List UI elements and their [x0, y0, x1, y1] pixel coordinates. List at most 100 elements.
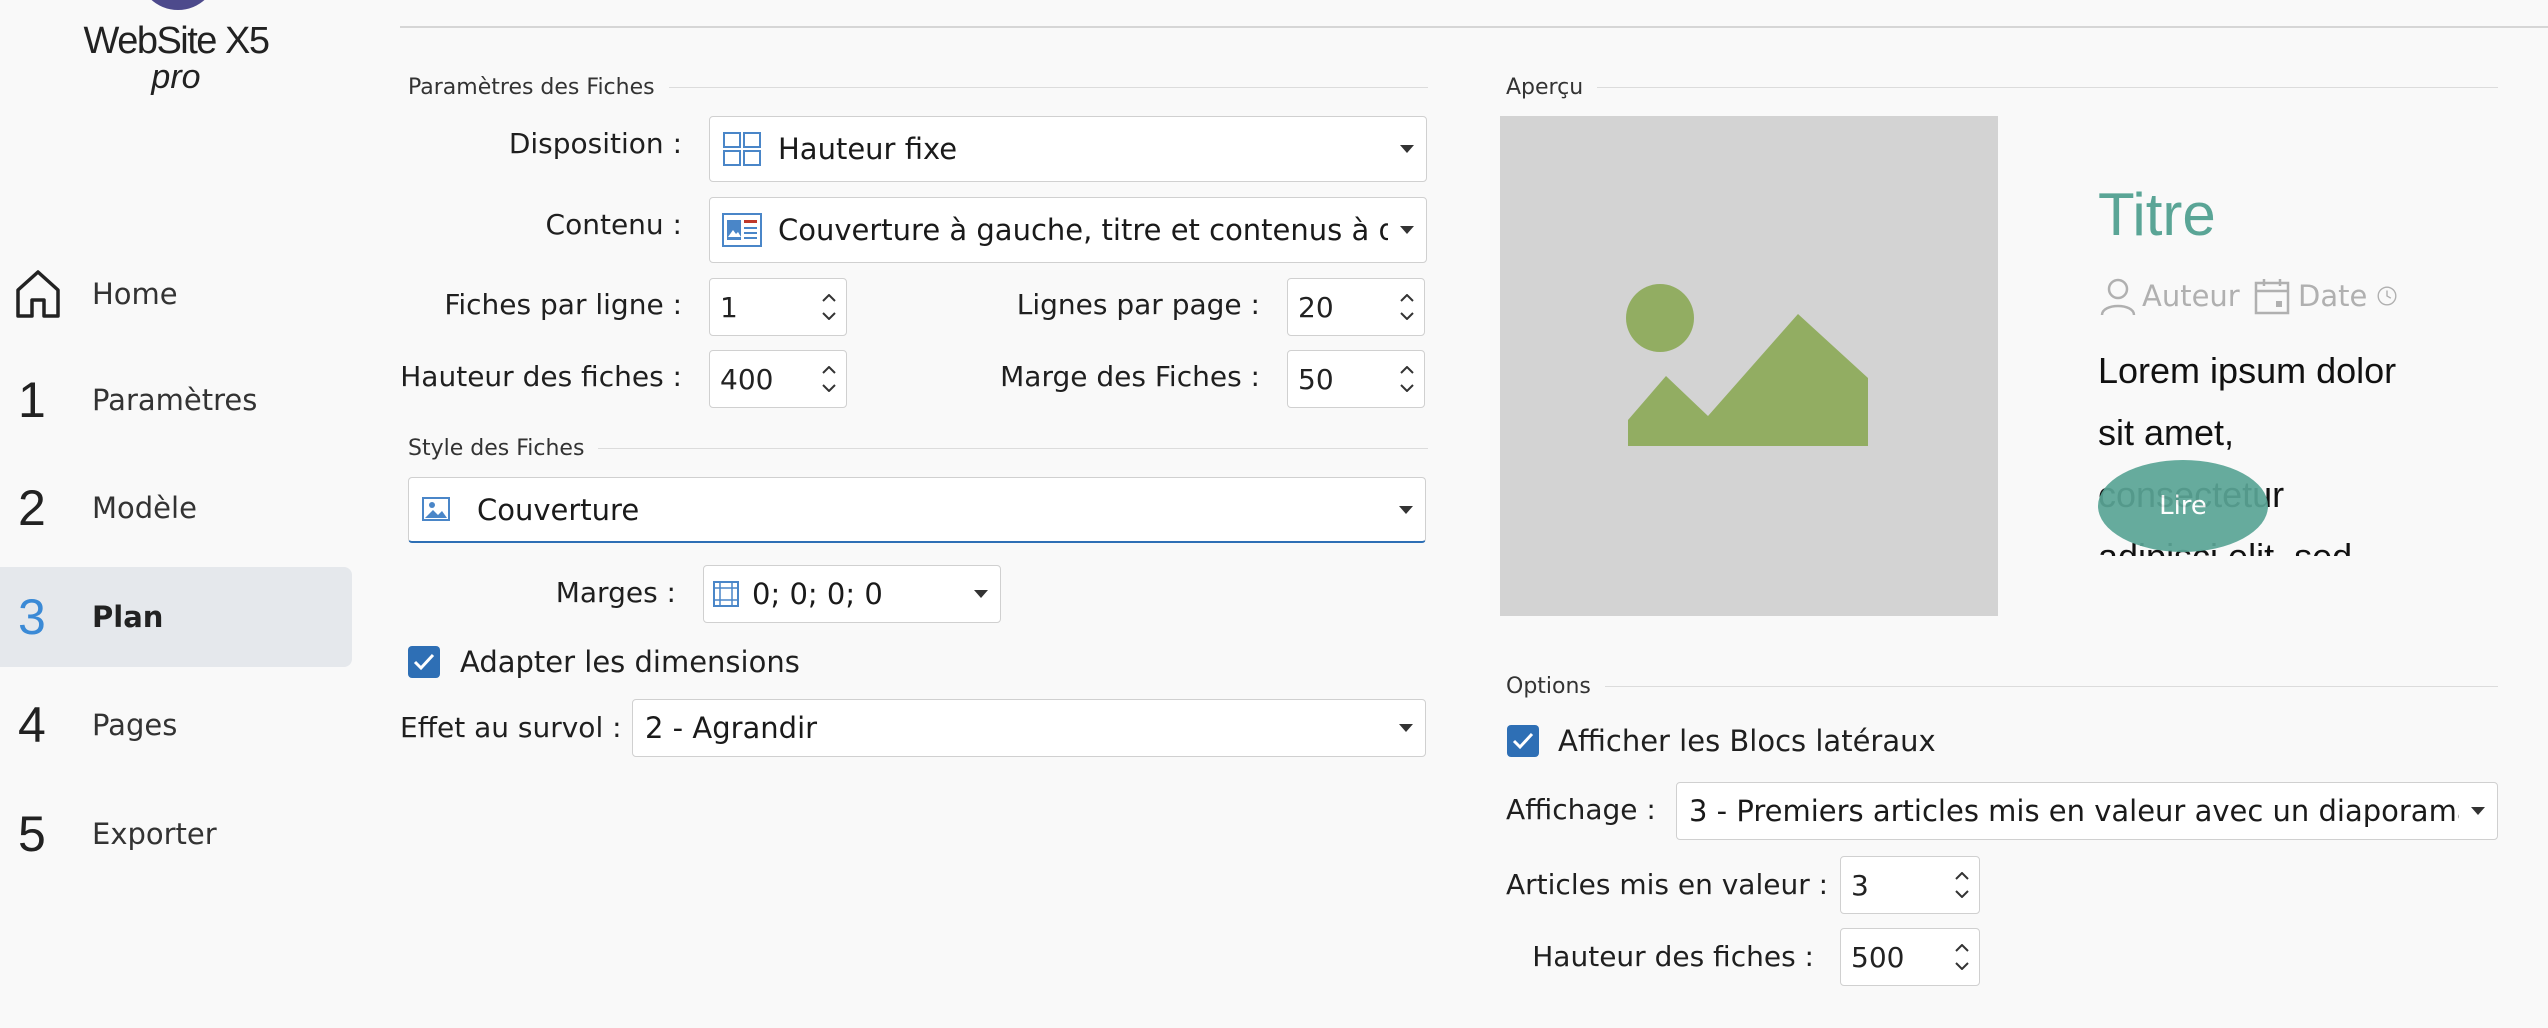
chevron-down-icon: [2459, 783, 2497, 839]
clock-icon: [2376, 276, 2398, 316]
arrow-down-icon[interactable]: [1400, 384, 1414, 392]
sidebar-item-parametres[interactable]: 1 Paramètres: [0, 350, 352, 450]
logo-text: WebSite X5: [83, 20, 270, 62]
style-value: Couverture: [477, 492, 640, 527]
hauteur-fiches-options-label: Hauteur des fiches :: [1532, 940, 1814, 973]
margins-icon: [712, 576, 742, 612]
style-dropdown[interactable]: Couverture: [408, 477, 1426, 543]
top-divider: [400, 26, 2548, 28]
arrow-up-icon[interactable]: [1400, 366, 1414, 374]
arrow-down-icon[interactable]: [822, 384, 836, 392]
arrow-up-icon[interactable]: [822, 294, 836, 302]
chevron-down-icon: [1387, 478, 1425, 541]
chevron-down-icon: [1388, 198, 1426, 262]
articles-valeur-stepper[interactable]: 3: [1840, 856, 1980, 914]
preview-author-text: Auteur: [2142, 279, 2240, 313]
section-header-preview: Aperçu: [1506, 72, 2498, 102]
articles-valeur-label: Articles mis en valeur :: [1506, 868, 1829, 901]
section-title: Paramètres des Fiches: [408, 74, 655, 100]
step-number: 3: [18, 589, 46, 645]
logo-mark: [138, 0, 218, 10]
arrow-down-icon[interactable]: [1400, 312, 1414, 320]
calendar-icon: [2254, 279, 2290, 315]
step-number: 2: [18, 480, 46, 536]
section-title: Aperçu: [1506, 74, 1584, 100]
section-header-cards-style: Style des Fiches: [408, 433, 1428, 463]
hauteur-fiches-options-stepper[interactable]: 500: [1840, 928, 1980, 986]
sidebar-item-label: Home: [92, 277, 178, 311]
user-icon: [2100, 278, 2136, 315]
affichage-value: 3 - Premiers articles mis en valeur avec…: [1689, 794, 2459, 828]
preview-read-button[interactable]: Lire: [2098, 460, 2268, 552]
step-number: 4: [18, 697, 46, 753]
lignes-par-page-value: 20: [1298, 290, 1334, 324]
afficher-blocs-label: Afficher les Blocs latéraux: [1558, 724, 1936, 758]
section-header-options: Options: [1506, 671, 2498, 701]
hauteur-fiches-value: 400: [720, 362, 774, 396]
sidebar-item-home[interactable]: Home: [0, 244, 352, 344]
sidebar-item-label: Plan: [92, 600, 164, 634]
chevron-down-icon: [1388, 117, 1426, 181]
chevron-down-icon: [962, 566, 1000, 622]
preview-date-text: Date: [2298, 279, 2368, 313]
sidebar-item-label: Pages: [92, 708, 178, 742]
disposition-value: Hauteur fixe: [778, 132, 958, 166]
sidebar-item-label: Paramètres: [92, 383, 258, 417]
arrow-up-icon[interactable]: [1400, 294, 1414, 302]
preview-title: Titre: [2098, 181, 2216, 248]
section-rule: [1597, 86, 2498, 88]
home-icon: [0, 268, 92, 320]
fiches-par-ligne-stepper[interactable]: 1: [709, 278, 847, 336]
marge-fiches-label: Marge des Fiches :: [1000, 360, 1260, 393]
image-placeholder-icon: [1626, 284, 1868, 446]
arrow-down-icon[interactable]: [1955, 962, 1969, 970]
section-header-cards-params: Paramètres des Fiches: [408, 72, 1428, 102]
step-number: 5: [18, 806, 46, 862]
arrow-up-icon[interactable]: [822, 366, 836, 374]
section-title: Style des Fiches: [408, 435, 585, 461]
effet-survol-label: Effet au survol :: [400, 711, 622, 744]
articles-valeur-value: 3: [1851, 868, 1869, 902]
section-rule: [668, 86, 1428, 88]
step-number: 1: [18, 372, 46, 428]
contenu-value: Couverture à gauche, titre et contenus à…: [778, 213, 1388, 247]
checkmark-icon: [413, 653, 435, 671]
preview-author: Auteur: [2100, 276, 2240, 316]
marges-value: 0; 0; 0; 0: [752, 577, 883, 611]
effet-survol-value: 2 - Agrandir: [645, 711, 818, 745]
arrow-up-icon[interactable]: [1955, 944, 1969, 952]
adapter-dimensions-label: Adapter les dimensions: [460, 645, 800, 679]
affichage-dropdown[interactable]: 3 - Premiers articles mis en valeur avec…: [1676, 782, 2498, 840]
sidebar-item-pages[interactable]: 4 Pages: [0, 675, 352, 775]
arrow-down-icon[interactable]: [822, 312, 836, 320]
hauteur-fiches-options-value: 500: [1851, 940, 1905, 974]
marge-fiches-stepper[interactable]: 50: [1287, 350, 1425, 408]
disposition-label: Disposition :: [508, 127, 682, 160]
sidebar-item-label: Modèle: [92, 491, 197, 525]
marges-dropdown[interactable]: 0; 0; 0; 0: [703, 565, 1001, 623]
affichage-label: Affichage :: [1506, 793, 1656, 826]
sidebar-item-plan[interactable]: 3 Plan: [0, 567, 352, 667]
grid-layout-icon: [722, 131, 764, 167]
image-icon: [421, 492, 463, 528]
arrow-down-icon[interactable]: [1955, 890, 1969, 898]
chevron-down-icon: [1387, 700, 1425, 756]
fiches-par-ligne-label: Fiches par ligne :: [444, 288, 682, 321]
adapter-dimensions-checkbox[interactable]: [408, 646, 440, 678]
afficher-blocs-checkbox[interactable]: [1507, 725, 1539, 757]
layout-content-icon: [722, 212, 764, 248]
lignes-par-page-label: Lignes par page :: [1016, 288, 1260, 321]
preview-date: Date: [2254, 276, 2367, 316]
section-rule: [1604, 685, 2498, 687]
contenu-dropdown[interactable]: Couverture à gauche, titre et contenus à…: [709, 197, 1427, 263]
sidebar-item-modele[interactable]: 2 Modèle: [0, 458, 352, 558]
disposition-dropdown[interactable]: Hauteur fixe: [709, 116, 1427, 182]
hauteur-fiches-stepper[interactable]: 400: [709, 350, 847, 408]
arrow-up-icon[interactable]: [1955, 872, 1969, 880]
contenu-label: Contenu :: [545, 208, 682, 241]
lignes-par-page-stepper[interactable]: 20: [1287, 278, 1425, 336]
logo-subtext: pro: [151, 58, 201, 96]
marge-fiches-value: 50: [1298, 362, 1334, 396]
effet-survol-dropdown[interactable]: 2 - Agrandir: [632, 699, 1426, 757]
sidebar-item-exporter[interactable]: 5 Exporter: [0, 784, 352, 884]
